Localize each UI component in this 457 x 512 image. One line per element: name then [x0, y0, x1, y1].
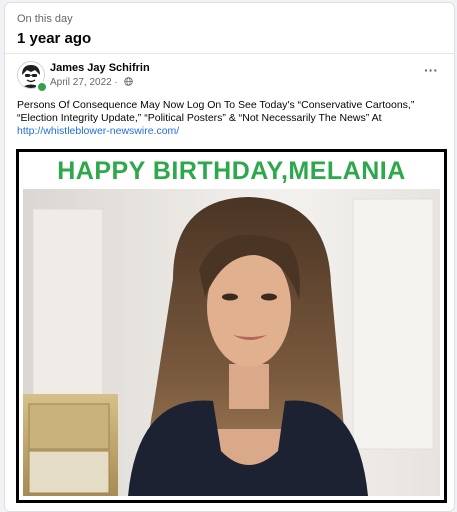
time-ago-heading: 1 year ago: [17, 30, 92, 47]
post-meta: April 27, 2022 ·: [50, 77, 133, 89]
author-name[interactable]: James Jay Schifrin: [50, 62, 150, 74]
photo: [23, 189, 440, 496]
portrait-illustration: [23, 197, 434, 496]
online-status-indicator: [36, 81, 48, 93]
image-caption: HAPPY BIRTHDAY,MELANIA: [57, 157, 406, 185]
post-header: James Jay Schifrin April 27, 2022 · ···: [17, 61, 442, 95]
memory-header: On this day 1 year ago: [17, 13, 91, 47]
divider: [5, 53, 454, 54]
post-body: Persons Of Consequence May Now Log On To…: [17, 99, 415, 124]
memory-card: On this day 1 year ago James Jay Schifri…: [4, 2, 455, 512]
meta-separator: ·: [114, 77, 118, 88]
post-text: Persons Of Consequence May Now Log On To…: [17, 99, 445, 138]
post-date[interactable]: April 27, 2022: [50, 77, 112, 88]
globe-icon: [123, 77, 133, 89]
post-image[interactable]: HAPPY BIRTHDAY,MELANIA: [16, 149, 447, 503]
on-this-day-label: On this day: [17, 13, 73, 25]
more-options-button[interactable]: ···: [420, 63, 442, 81]
post-link[interactable]: http://whistleblower-newswire.com/: [17, 125, 179, 137]
